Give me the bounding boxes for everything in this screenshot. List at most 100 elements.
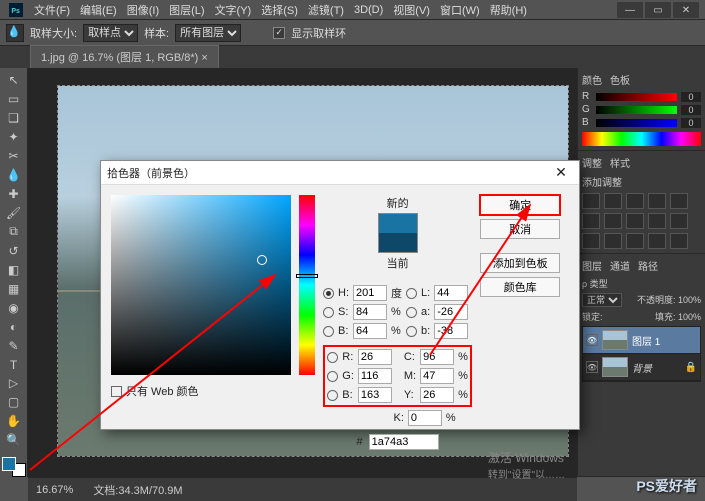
eraser-tool-icon[interactable]: ◧ — [3, 261, 25, 278]
adj-icon[interactable] — [582, 193, 600, 209]
hue-handle-icon[interactable] — [296, 274, 318, 278]
eyedropper-tool-icon[interactable]: 💧 — [3, 167, 25, 184]
sample-select[interactable]: 所有图层 — [175, 24, 241, 42]
brush-tool-icon[interactable]: 🖌 — [3, 205, 25, 222]
path-tool-icon[interactable]: ▷ — [3, 375, 25, 392]
wand-tool-icon[interactable]: ✦ — [3, 129, 25, 146]
menu-file[interactable]: 文件(F) — [34, 2, 70, 18]
channels-tab[interactable]: 通道 — [610, 258, 630, 273]
layers-tab[interactable]: 图层 — [582, 258, 602, 273]
r-slider[interactable] — [596, 93, 677, 101]
hue-slider[interactable] — [299, 195, 315, 375]
hex-input[interactable] — [369, 434, 439, 450]
adj-icon[interactable] — [670, 213, 688, 229]
max-button[interactable]: ▭ — [645, 2, 671, 18]
g-input[interactable] — [358, 368, 392, 384]
layer-thumb[interactable] — [602, 357, 628, 377]
menu-type[interactable]: 文字(Y) — [215, 2, 252, 18]
l-input[interactable] — [434, 285, 468, 301]
l-radio[interactable] — [406, 288, 417, 299]
lab-b-input[interactable] — [434, 323, 468, 339]
blend-mode-select[interactable]: 正常 — [582, 293, 622, 307]
history-brush-icon[interactable]: ↺ — [3, 242, 25, 259]
stamp-tool-icon[interactable]: ⧉ — [3, 224, 25, 241]
layer-row[interactable]: 👁 背景 🔒 — [583, 354, 700, 381]
r-input[interactable] — [358, 349, 392, 365]
bch-input[interactable] — [358, 387, 392, 403]
menu-filter[interactable]: 滤镜(T) — [308, 2, 344, 18]
layer-thumb[interactable] — [602, 330, 628, 350]
gradient-tool-icon[interactable]: ▦ — [3, 280, 25, 297]
a-radio[interactable] — [406, 307, 417, 318]
color-tab[interactable]: 颜色 — [582, 72, 602, 87]
layer-name[interactable]: 背景 — [632, 360, 652, 375]
dodge-tool-icon[interactable]: ◐ — [3, 318, 25, 335]
spectrum-bar[interactable] — [582, 132, 701, 146]
adj-icon[interactable] — [670, 193, 688, 209]
menu-layer[interactable]: 图层(L) — [169, 2, 204, 18]
dialog-close-icon[interactable]: ✕ — [549, 164, 573, 182]
h-input[interactable] — [353, 285, 387, 301]
current-color[interactable] — [379, 233, 417, 252]
fg-color[interactable] — [2, 457, 16, 471]
adjustments-tab[interactable]: 调整 — [582, 155, 602, 170]
hand-tool-icon[interactable]: ✋ — [3, 413, 25, 430]
h-radio[interactable] — [323, 288, 334, 299]
web-only-checkbox[interactable] — [111, 386, 122, 397]
adj-icon[interactable] — [648, 213, 666, 229]
visibility-icon[interactable]: 👁 — [586, 334, 598, 346]
menu-select[interactable]: 选择(S) — [261, 2, 298, 18]
adj-icon[interactable] — [604, 193, 622, 209]
menu-help[interactable]: 帮助(H) — [490, 2, 527, 18]
adj-icon[interactable] — [626, 193, 644, 209]
adj-icon[interactable] — [604, 213, 622, 229]
fg-bg-swatch[interactable] — [2, 457, 26, 477]
sample-size-select[interactable]: 取样点 — [83, 24, 138, 42]
adj-icon[interactable] — [648, 233, 666, 249]
y-input[interactable] — [420, 387, 454, 403]
s-radio[interactable] — [323, 307, 334, 318]
adj-icon[interactable] — [670, 233, 688, 249]
b-radio[interactable] — [323, 326, 334, 337]
g-radio[interactable] — [327, 371, 338, 382]
pen-tool-icon[interactable]: ✎ — [3, 337, 25, 354]
show-ring-checkbox[interactable]: ✓ — [273, 27, 285, 39]
r-value[interactable]: 0 — [681, 92, 701, 102]
bch-radio[interactable] — [327, 390, 338, 401]
blur-tool-icon[interactable]: ◉ — [3, 299, 25, 316]
dialog-titlebar[interactable]: 拾色器（前景色） ✕ — [101, 161, 579, 185]
zoom-level[interactable]: 16.67% — [36, 484, 73, 496]
layer-row[interactable]: 👁 图层 1 — [583, 327, 700, 354]
saturation-value-field[interactable] — [111, 195, 291, 375]
ok-button[interactable]: 确定 — [480, 195, 560, 215]
styles-tab[interactable]: 样式 — [610, 155, 630, 170]
c-input[interactable] — [420, 349, 454, 365]
k-input[interactable] — [408, 410, 442, 426]
adj-icon[interactable] — [604, 233, 622, 249]
cancel-button[interactable]: 取消 — [480, 219, 560, 239]
menu-window[interactable]: 窗口(W) — [440, 2, 480, 18]
r-radio[interactable] — [327, 352, 338, 363]
min-button[interactable]: — — [617, 2, 643, 18]
lasso-tool-icon[interactable]: ❑ — [3, 110, 25, 127]
adj-icon[interactable] — [582, 213, 600, 229]
fill-value[interactable]: 100% — [678, 312, 701, 322]
adj-icon[interactable] — [626, 213, 644, 229]
bval-input[interactable] — [353, 323, 387, 339]
close-button[interactable]: ✕ — [673, 2, 699, 18]
adj-icon[interactable] — [626, 233, 644, 249]
menu-3d[interactable]: 3D(D) — [354, 4, 383, 16]
color-libraries-button[interactable]: 颜色库 — [480, 277, 560, 297]
menu-view[interactable]: 视图(V) — [393, 2, 430, 18]
shape-tool-icon[interactable]: ▢ — [3, 394, 25, 411]
a-input[interactable] — [434, 304, 468, 320]
marquee-tool-icon[interactable]: ▭ — [3, 91, 25, 108]
add-swatch-button[interactable]: 添加到色板 — [480, 253, 560, 273]
adj-icon[interactable] — [582, 233, 600, 249]
paths-tab[interactable]: 路径 — [638, 258, 658, 273]
g-slider[interactable] — [596, 106, 677, 114]
adj-icon[interactable] — [648, 193, 666, 209]
m-input[interactable] — [420, 368, 454, 384]
kind-filter[interactable]: ρ 类型 — [582, 277, 608, 290]
lab-b-radio[interactable] — [406, 326, 417, 337]
